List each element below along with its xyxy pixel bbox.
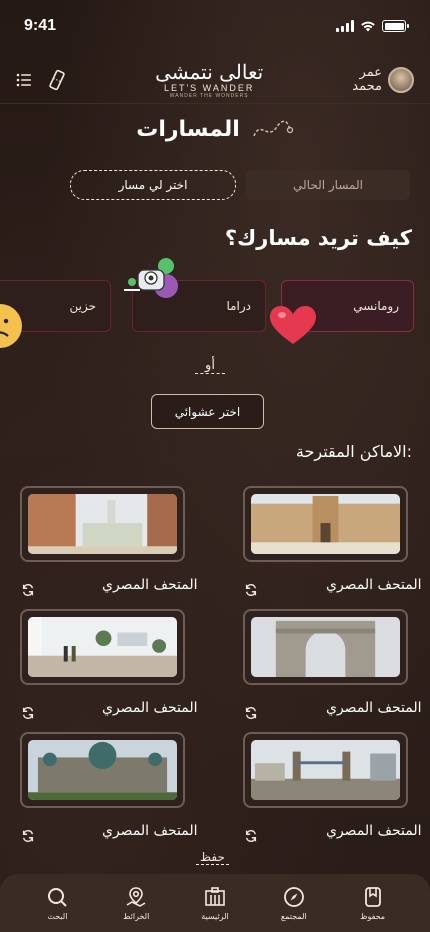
- bookmark-icon: [364, 887, 381, 907]
- place-name: المتحف المصري: [326, 700, 422, 716]
- user-first-name: عمر: [359, 64, 382, 80]
- save-route-button[interactable]: حفظ: [196, 850, 229, 865]
- cellular-signal-icon: [336, 20, 354, 32]
- refresh-icon[interactable]: [21, 706, 35, 720]
- search-icon: [48, 888, 68, 907]
- bottom-tab-bar: البحث الخرائط الرئيسية المجتمع محفوظ: [0, 874, 430, 932]
- mood-label: دراما: [226, 299, 251, 313]
- mood-label: حزين: [69, 299, 96, 313]
- place-card[interactable]: [20, 732, 185, 808]
- or-separator: أو: [195, 358, 225, 374]
- refresh-icon[interactable]: [21, 829, 35, 843]
- route-doodle-icon: [253, 120, 293, 137]
- place-card[interactable]: [243, 609, 408, 685]
- tab-choose-route[interactable]: اختر لي مسار: [70, 170, 236, 200]
- place-card[interactable]: [243, 732, 408, 808]
- tab-community[interactable]: المجتمع: [264, 885, 324, 921]
- refresh-icon[interactable]: [21, 583, 35, 597]
- tab-saved[interactable]: محفوظ: [343, 885, 403, 921]
- suggested-places-title: الاماكن المقترحة:: [295, 442, 412, 461]
- avatar[interactable]: [388, 66, 414, 93]
- route-tabs: اختر لي مسار المسار الحالي: [70, 170, 410, 200]
- tab-label: الرئيسية: [201, 912, 229, 921]
- place-card[interactable]: [20, 609, 185, 685]
- user-profile[interactable]: عمر محمد: [352, 64, 414, 94]
- battery-icon: [382, 20, 409, 32]
- compass-icon: [283, 887, 304, 907]
- tab-home[interactable]: الرئيسية: [185, 885, 245, 921]
- page-title-row: المسارات: [0, 116, 430, 142]
- refresh-icon[interactable]: [244, 583, 258, 597]
- sad-face-icon: [0, 304, 22, 348]
- place-name: المتحف المصري: [102, 823, 198, 839]
- theatre-camera-icon: [124, 258, 178, 298]
- logo-english: LET'S WANDER: [163, 82, 255, 93]
- heart-icon: [270, 306, 316, 344]
- mood-question: كيف تريد مسارك؟: [224, 226, 412, 250]
- place-photo: [28, 740, 177, 800]
- place-photo: [251, 494, 400, 554]
- logo-tagline: WANDER THE WONDERS: [169, 92, 249, 99]
- tab-current-route[interactable]: المسار الحالي: [246, 170, 410, 200]
- wifi-icon: [361, 21, 375, 32]
- logo-arabic: تعالى نتمشى: [155, 59, 264, 84]
- map-pin-icon: [126, 887, 146, 907]
- place-card[interactable]: [20, 486, 185, 562]
- random-choice-button[interactable]: اختر عشوائي: [151, 394, 264, 429]
- landmark-icon: [205, 887, 225, 906]
- tab-search[interactable]: البحث: [27, 885, 87, 921]
- mood-label: رومانسي: [353, 299, 399, 313]
- tab-label: البحث: [47, 912, 68, 921]
- user-last-name: محمد: [352, 78, 382, 94]
- place-photo: [251, 740, 400, 800]
- status-time: 9:41: [24, 17, 57, 34]
- place-name: المتحف المصري: [102, 577, 198, 593]
- ticket-icon[interactable]: [48, 69, 66, 91]
- place-name: المتحف المصري: [326, 577, 422, 593]
- tab-label: المجتمع: [280, 912, 307, 921]
- tab-label: الخرائط: [123, 912, 150, 921]
- place-card[interactable]: [243, 486, 408, 562]
- status-icons: [336, 20, 409, 32]
- refresh-icon[interactable]: [244, 706, 258, 720]
- header-left-actions: [16, 69, 66, 91]
- tab-label: محفوظ: [360, 912, 386, 921]
- place-name: المتحف المصري: [326, 823, 422, 839]
- menu-list-icon[interactable]: [16, 73, 32, 87]
- place-photo: [28, 617, 177, 677]
- app-header: تعالى نتمشى LET'S WANDER WANDER THE WOND…: [0, 56, 430, 104]
- page-title: المسارات: [136, 116, 240, 142]
- place-name: المتحف المصري: [102, 700, 198, 716]
- place-photo: [251, 617, 400, 677]
- app-logo: تعالى نتمشى LET'S WANDER WANDER THE WOND…: [155, 61, 263, 99]
- place-photo: [28, 494, 177, 554]
- refresh-icon[interactable]: [244, 829, 258, 843]
- tab-maps[interactable]: الخرائط: [106, 885, 166, 921]
- mood-options: حزين دراما رومانسي: [0, 280, 430, 334]
- status-bar: 9:41: [0, 0, 430, 52]
- user-name: عمر محمد: [352, 64, 382, 94]
